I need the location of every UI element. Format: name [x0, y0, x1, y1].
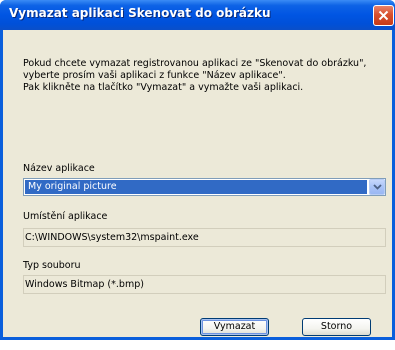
app-location-label: Umístění aplikace — [23, 211, 108, 222]
delete-button[interactable]: Vymazat — [200, 318, 269, 336]
close-button[interactable] — [373, 5, 394, 26]
app-location-field: C:\WINDOWS\system32\mspaint.exe — [23, 228, 386, 247]
app-name-label: Název aplikace — [23, 163, 95, 174]
chevron-down-icon — [373, 184, 382, 190]
instruction-text: Pokud chcete vymazat registrovanou aplik… — [23, 58, 383, 94]
instruction-line: vyberte prosím vaši aplikaci z funkce "N… — [23, 70, 286, 81]
cancel-button[interactable]: Storno — [302, 318, 371, 336]
app-name-selected: My original picture — [25, 180, 367, 194]
dropdown-button[interactable] — [369, 179, 385, 195]
window-title: Vymazat aplikaci Skenovat do obrázku — [9, 6, 271, 20]
file-type-field: Windows Bitmap (*.bmp) — [23, 275, 386, 294]
app-name-dropdown[interactable]: My original picture — [23, 178, 386, 196]
instruction-line: Pak klikněte na tlačítko "Vymazat" a vym… — [23, 82, 304, 93]
file-type-label: Typ souboru — [23, 260, 81, 271]
close-icon — [378, 10, 389, 21]
instruction-line: Pokud chcete vymazat registrovanou aplik… — [23, 58, 367, 69]
title-bar[interactable]: Vymazat aplikaci Skenovat do obrázku — [0, 0, 395, 30]
